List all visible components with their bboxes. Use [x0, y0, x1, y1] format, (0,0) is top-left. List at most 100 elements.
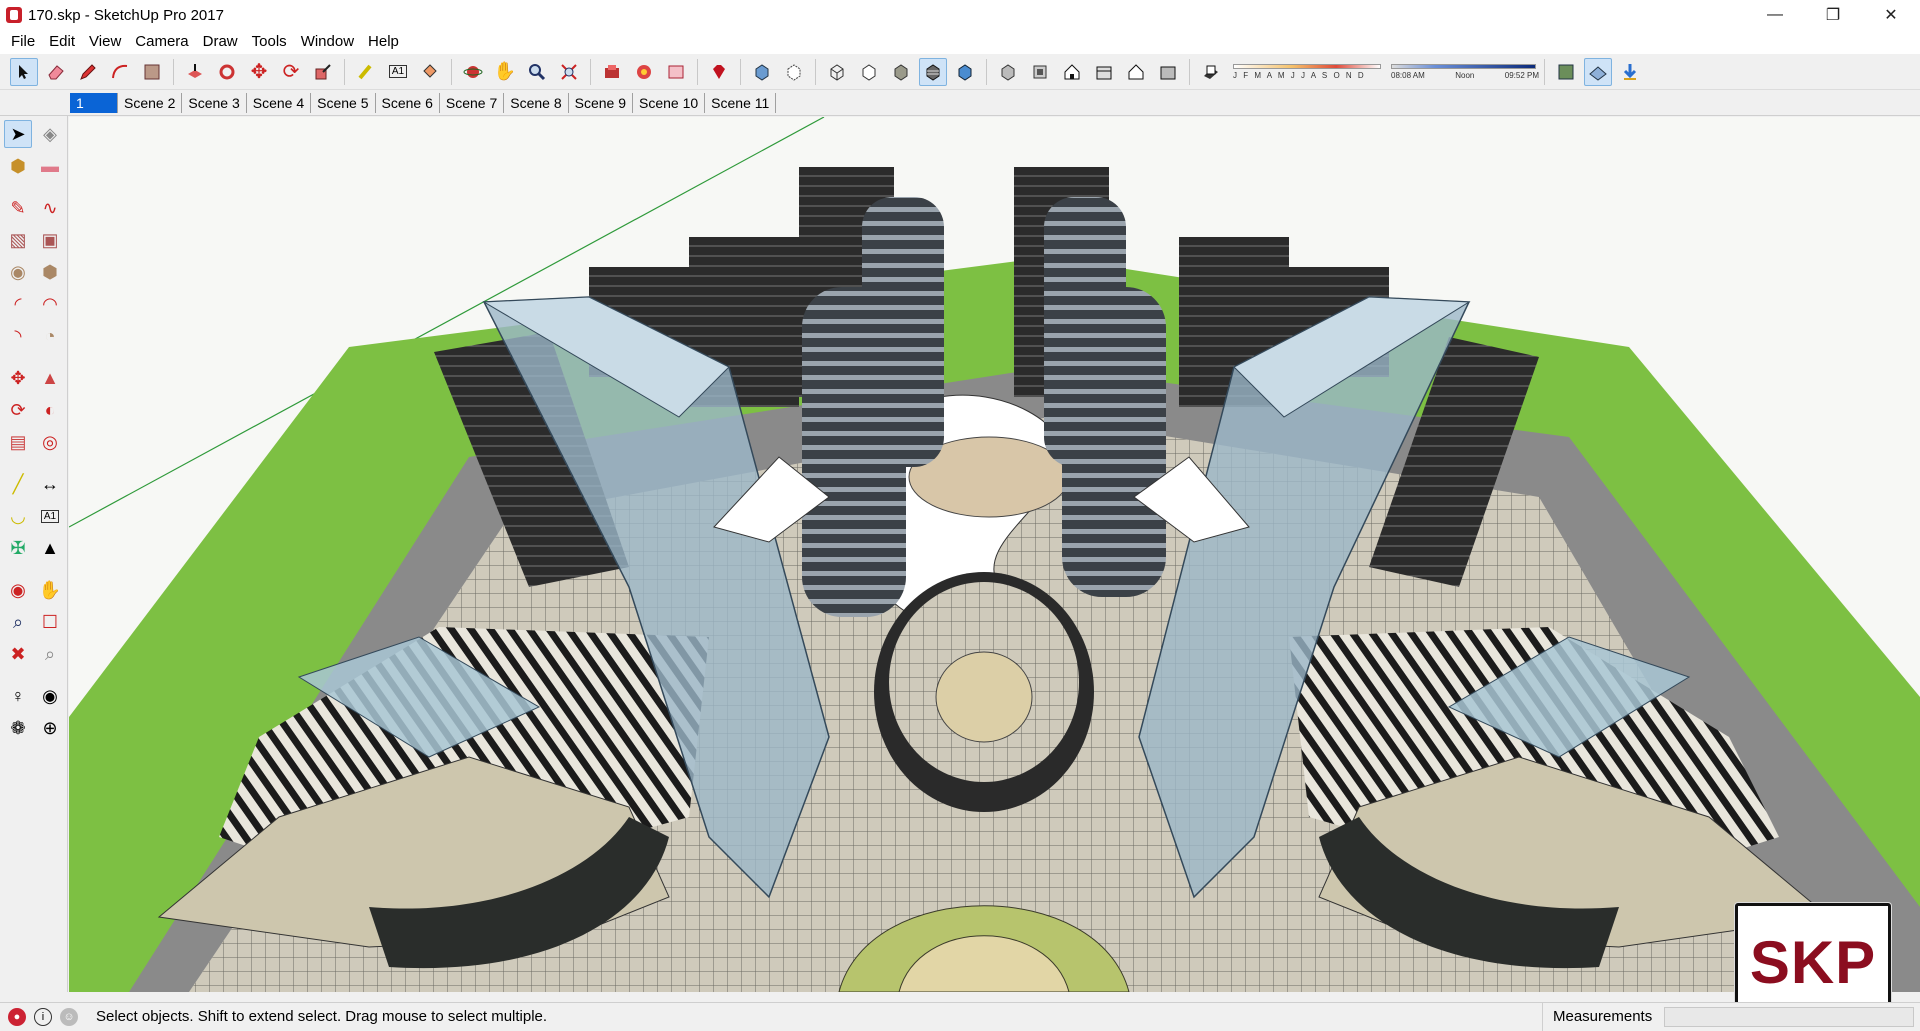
back-view-button[interactable]: [1122, 58, 1150, 86]
tab-scene-2[interactable]: Scene 2: [118, 92, 183, 113]
arc-tool-button[interactable]: [106, 58, 134, 86]
tape-measure-tool-button[interactable]: [352, 58, 380, 86]
send-to-layout-button[interactable]: [662, 58, 690, 86]
three-point-arc-tool[interactable]: ◝: [4, 322, 32, 350]
line-tool[interactable]: ✎: [4, 194, 32, 222]
user-account-icon[interactable]: ☺: [60, 1007, 78, 1026]
rotated-rectangle-tool[interactable]: ▣: [36, 226, 64, 254]
tab-scene-3[interactable]: Scene 3: [182, 92, 247, 113]
select-tool-button[interactable]: [10, 57, 38, 86]
follow-me-tool-button[interactable]: [213, 58, 241, 86]
menu-edit[interactable]: Edit: [42, 30, 82, 54]
text-tool-button[interactable]: A1: [384, 58, 412, 86]
rotate-tool[interactable]: ⟳: [4, 396, 32, 424]
look-around-tool[interactable]: ◉: [36, 682, 64, 710]
top-view-button[interactable]: [1026, 58, 1054, 86]
paint-bucket-tool-button[interactable]: [416, 58, 444, 86]
scale-tool-button[interactable]: [309, 58, 337, 86]
tab-scene-4[interactable]: Scene 4: [247, 92, 312, 113]
shadows-toggle-button[interactable]: [1197, 58, 1225, 86]
ruby-console-button[interactable]: [705, 58, 733, 86]
text-tool[interactable]: A1: [36, 502, 64, 530]
walk-tool[interactable]: ❁: [4, 714, 32, 742]
freehand-tool[interactable]: ∿: [36, 194, 64, 222]
tab-scene-8[interactable]: Scene 8: [504, 92, 569, 113]
geo-location-icon[interactable]: ●: [8, 1007, 26, 1026]
make-component-tool[interactable]: ◈: [36, 120, 64, 148]
iso-view-button[interactable]: [994, 58, 1022, 86]
shaded-button[interactable]: [887, 58, 915, 86]
scale-tool[interactable]: ▤: [4, 428, 32, 456]
section-plane-tool[interactable]: ⊕: [36, 714, 64, 742]
close-button[interactable]: ✕: [1862, 0, 1920, 30]
axes-tool[interactable]: ✠: [4, 534, 32, 562]
protractor-tool[interactable]: ◡: [4, 502, 32, 530]
extension-warehouse-button[interactable]: [630, 58, 658, 86]
wireframe-button[interactable]: [823, 58, 851, 86]
pan-tool-button[interactable]: ✋: [491, 58, 519, 86]
orbit-tool[interactable]: ◉: [4, 576, 32, 604]
add-location-button[interactable]: [1552, 58, 1580, 86]
toggle-terrain-button[interactable]: [1584, 57, 1612, 86]
menu-draw[interactable]: Draw: [196, 30, 245, 54]
polygon-tool[interactable]: ⬢: [36, 258, 64, 286]
select-tool[interactable]: ➤: [4, 120, 32, 148]
tab-scene-9[interactable]: Scene 9: [569, 92, 633, 113]
zoom-tool[interactable]: ⌕: [4, 608, 32, 636]
rectangle-tool-button[interactable]: [138, 58, 166, 86]
menu-window[interactable]: Window: [294, 30, 361, 54]
tab-scene-11[interactable]: Scene 11: [705, 92, 777, 113]
circle-tool[interactable]: ◉: [4, 258, 32, 286]
hidden-line-button[interactable]: [855, 58, 883, 86]
measurements-input[interactable]: [1664, 1007, 1914, 1027]
menu-view[interactable]: View: [82, 30, 128, 54]
tab-scene-1[interactable]: 1: [70, 92, 118, 113]
pie-tool[interactable]: ◔: [36, 322, 64, 350]
menu-tools[interactable]: Tools: [245, 30, 294, 54]
eraser-tool[interactable]: ▬: [36, 152, 64, 180]
menu-help[interactable]: Help: [361, 30, 406, 54]
xray-button[interactable]: [748, 58, 776, 86]
monochrome-button[interactable]: [951, 58, 979, 86]
left-view-button[interactable]: [1154, 58, 1182, 86]
move-tool-button[interactable]: ✥: [245, 58, 273, 86]
minimize-button[interactable]: —: [1746, 0, 1804, 30]
photo-textures-button[interactable]: [1616, 58, 1644, 86]
previous-view-tool[interactable]: ⌕: [36, 640, 64, 668]
shaded-textures-button[interactable]: [919, 57, 947, 86]
3d-text-tool[interactable]: ▲: [36, 534, 64, 562]
tab-scene-5[interactable]: Scene 5: [311, 92, 376, 113]
pencil-tool-button[interactable]: [74, 58, 102, 86]
model-viewport[interactable]: [69, 117, 1920, 992]
tab-scene-10[interactable]: Scene 10: [633, 92, 706, 113]
zoom-extents-tool[interactable]: ✖: [4, 640, 32, 668]
shadow-time-slider[interactable]: [1391, 63, 1536, 69]
move-tool[interactable]: ✥: [4, 364, 32, 392]
dimension-tool[interactable]: ↔: [36, 470, 64, 498]
follow-me-tool[interactable]: ◐: [36, 396, 64, 424]
tape-measure-tool[interactable]: ╱: [4, 470, 32, 498]
eraser-tool-button[interactable]: [42, 58, 70, 86]
shadow-month-slider[interactable]: [1233, 63, 1381, 69]
rotate-tool-button[interactable]: ⟳: [277, 58, 305, 86]
menu-camera[interactable]: Camera: [128, 30, 195, 54]
back-edges-button[interactable]: [780, 58, 808, 86]
tab-scene-6[interactable]: Scene 6: [376, 92, 440, 113]
restore-button[interactable]: ❐: [1804, 0, 1862, 30]
zoom-extents-tool-button[interactable]: [555, 58, 583, 86]
warehouse-button[interactable]: [598, 58, 626, 86]
orbit-tool-button[interactable]: [459, 58, 487, 86]
push-pull-tool-button[interactable]: [181, 58, 209, 86]
paint-bucket-tool[interactable]: ⬢: [4, 152, 32, 180]
right-view-button[interactable]: [1090, 58, 1118, 86]
pan-tool[interactable]: ✋: [36, 576, 64, 604]
tab-scene-7[interactable]: Scene 7: [440, 92, 505, 113]
front-view-button[interactable]: [1058, 58, 1086, 86]
offset-tool[interactable]: ◎: [36, 428, 64, 456]
push-pull-tool[interactable]: ▲: [36, 364, 64, 392]
zoom-tool-button[interactable]: [523, 58, 551, 86]
rectangle-tool[interactable]: ▧: [4, 226, 32, 254]
credits-info-icon[interactable]: i: [34, 1007, 52, 1026]
menu-file[interactable]: File: [4, 30, 42, 54]
arc-tool[interactable]: ◜: [4, 290, 32, 318]
